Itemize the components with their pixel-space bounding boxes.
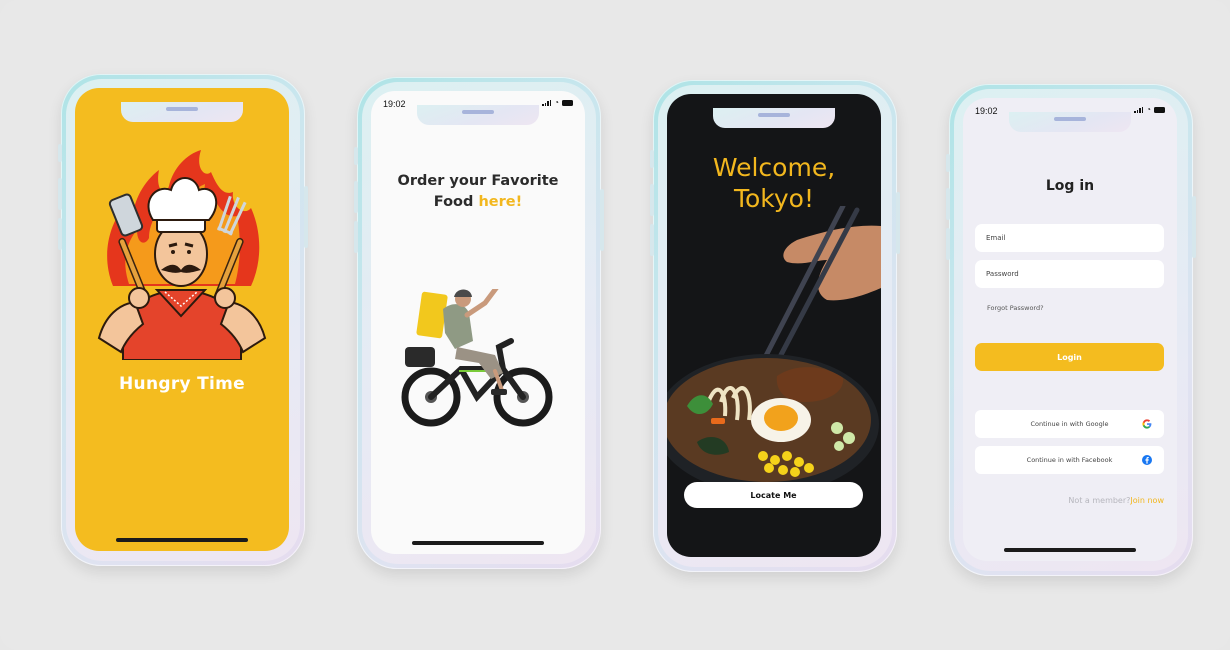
delivery-rider-illustration	[399, 284, 559, 439]
status-time: 19:02	[383, 99, 406, 109]
signal-icon	[542, 99, 552, 106]
password-field[interactable]	[975, 260, 1164, 288]
volume-up-button	[650, 184, 654, 216]
volume-up-button	[354, 181, 358, 213]
phone-login: 19:02 ◔ Log in Forgot Password? Login Co…	[946, 84, 1196, 576]
notch	[713, 108, 835, 128]
volume-up-button	[946, 188, 950, 220]
onboarding-screen: 19:02 ◔ Order your Favorite Food here!	[371, 91, 585, 554]
login-screen: 19:02 ◔ Log in Forgot Password? Login Co…	[963, 98, 1177, 561]
mute-switch	[946, 154, 950, 172]
volume-down-button	[354, 221, 358, 253]
google-login-label: Continue in with Google	[1030, 420, 1109, 428]
mute-switch	[650, 150, 654, 168]
speaker-icon	[166, 107, 198, 111]
status-icons: ◔	[542, 98, 573, 107]
heading-line-2: Food	[433, 194, 479, 210]
notch	[1009, 112, 1131, 132]
signup-prompt: Not a member?Join now	[1068, 496, 1164, 505]
speaker-icon	[462, 110, 494, 114]
power-button	[304, 186, 308, 248]
email-field[interactable]	[975, 224, 1164, 252]
onboarding-heading: Order your Favorite Food here!	[381, 171, 575, 213]
power-button	[1192, 196, 1196, 258]
notch	[417, 105, 539, 125]
battery-icon	[562, 100, 573, 106]
home-indicator	[412, 541, 544, 545]
signal-icon	[1134, 106, 1144, 113]
volume-down-button	[946, 228, 950, 260]
facebook-login-button[interactable]: Continue in with Facebook	[975, 446, 1164, 474]
facebook-icon	[1142, 455, 1152, 465]
facebook-login-label: Continue in with Facebook	[1026, 456, 1113, 464]
speaker-icon	[758, 113, 790, 117]
brand-title: Hungry Time	[119, 374, 245, 394]
forgot-password-link[interactable]: Forgot Password?	[987, 304, 1044, 312]
join-now-link[interactable]: Join now	[1130, 496, 1164, 505]
splash-screen: Hungry Time	[75, 88, 289, 551]
wifi-icon: ◔	[1146, 105, 1151, 114]
volume-up-button	[58, 178, 62, 210]
login-button[interactable]: Login	[975, 343, 1164, 371]
volume-down-button	[58, 218, 62, 250]
chef-illustration	[95, 146, 269, 361]
phone-onboarding: 19:02 ◔ Order your Favorite Food here!	[354, 77, 604, 569]
welcome-screen: Welcome, Tokyo! Locate Me	[667, 94, 881, 557]
home-indicator	[1004, 548, 1136, 552]
volume-down-button	[650, 224, 654, 256]
mute-switch	[58, 144, 62, 162]
battery-icon	[1154, 107, 1165, 113]
power-button	[896, 192, 900, 254]
google-login-button[interactable]: Continue in with Google	[975, 410, 1164, 438]
phone-splash: Hungry Time	[58, 74, 308, 566]
speaker-icon	[1054, 117, 1086, 121]
power-button	[600, 189, 604, 251]
locate-me-button[interactable]: Locate Me	[684, 482, 863, 508]
welcome-line-1: Welcome,	[712, 153, 836, 182]
mute-switch	[354, 147, 358, 165]
status-time: 19:02	[975, 106, 998, 116]
heading-line-1: Order your Favorite	[397, 173, 559, 189]
welcome-line-2: Tokyo!	[733, 184, 815, 213]
welcome-heading: Welcome, Tokyo!	[667, 152, 881, 214]
notch	[121, 102, 243, 122]
not-member-text: Not a member?	[1068, 496, 1131, 505]
home-indicator	[116, 538, 248, 542]
wifi-icon: ◔	[554, 98, 559, 107]
phone-welcome: Welcome, Tokyo! Locate Me	[650, 80, 900, 572]
status-icons: ◔	[1134, 105, 1165, 114]
google-icon	[1142, 419, 1152, 429]
login-title: Log in	[1045, 178, 1095, 194]
heading-accent: here!	[478, 194, 523, 210]
